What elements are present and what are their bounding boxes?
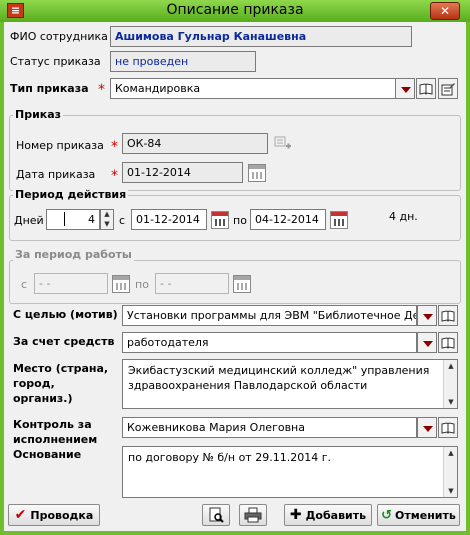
status-label: Статус приказа (10, 55, 101, 68)
period-to-field[interactable]: 04-12-2014 (250, 209, 326, 230)
order-date-field[interactable]: 01-12-2014 (122, 162, 243, 183)
order-group-title: Приказ (13, 108, 64, 121)
spin-down-icon[interactable]: ▼ (100, 219, 114, 229)
required-marker: * (111, 139, 118, 155)
scroll-up-icon[interactable]: ▲ (444, 360, 458, 372)
days-label: Дней (14, 214, 44, 227)
period-total: 4 дн. (389, 210, 418, 223)
purpose-book-button[interactable] (438, 305, 458, 326)
scroll-down-icon[interactable]: ▼ (444, 396, 458, 408)
order-number-field[interactable]: ОК-84 (122, 133, 268, 154)
purpose-label: С целью (мотив) (13, 308, 118, 321)
control-label: Контроль за исполнением (13, 418, 98, 446)
preview-button[interactable] (202, 504, 230, 526)
required-marker: * (98, 82, 105, 98)
basis-textarea[interactable]: по договору № б/н от 29.11.2014 г. (122, 446, 458, 498)
purpose-field[interactable]: Установки программы для ЭВМ "Библиотечно… (122, 305, 417, 326)
place-scrollbar[interactable]: ▲ ▼ (443, 360, 457, 408)
scroll-up-icon[interactable]: ▲ (444, 447, 458, 459)
order-type-field[interactable]: Командировка (110, 78, 396, 99)
edit-form-icon (441, 82, 455, 95)
employee-label: ФИО сотрудника (10, 30, 108, 43)
work-from-field: - - (34, 273, 108, 294)
order-type-book-button[interactable] (416, 78, 436, 99)
book-icon (441, 336, 455, 349)
days-field[interactable]: 4 (46, 209, 100, 230)
place-textarea[interactable]: Экибастузский медицинский колледж" управ… (122, 359, 458, 409)
funding-label: За счет средств (13, 335, 115, 348)
text-cursor (64, 212, 65, 226)
required-marker: * (111, 168, 118, 184)
work-to-field: - - (155, 273, 229, 294)
employee-field[interactable]: Ашимова Гульнар Канашевна (110, 26, 412, 47)
funding-field[interactable]: работодателя (122, 332, 417, 353)
order-type-label: Тип приказа (10, 82, 89, 95)
order-number-label: Номер приказа (16, 139, 104, 152)
undo-icon: ↺ (381, 507, 393, 523)
funding-book-button[interactable] (438, 332, 458, 353)
order-type-dropdown-button[interactable] (395, 78, 415, 99)
order-type-edit-button[interactable] (438, 78, 458, 99)
add-button-label: Добавить (305, 508, 367, 522)
close-button[interactable]: ✕ (430, 2, 460, 20)
calendar-icon (112, 275, 130, 293)
work-period-title: За период работы (13, 248, 134, 261)
basis-scrollbar[interactable]: ▲ ▼ (443, 447, 457, 497)
work-from-label: с (21, 278, 28, 291)
printer-icon (244, 507, 262, 523)
period-from-field[interactable]: 01-12-2014 (131, 209, 207, 230)
post-button[interactable]: ✔ Проводка (8, 504, 100, 526)
purpose-dropdown-button[interactable] (417, 305, 437, 326)
period-from-label: с (119, 214, 126, 227)
order-date-label: Дата приказа (16, 168, 96, 181)
cancel-button[interactable]: ↺ Отменить (377, 504, 460, 526)
window-title: Описание приказа (166, 2, 304, 18)
days-spinner[interactable]: ▲ ▼ (100, 209, 114, 230)
spin-up-icon[interactable]: ▲ (100, 209, 114, 219)
book-icon (441, 309, 455, 322)
period-group-title: Период действия (13, 188, 129, 201)
print-preview-icon (209, 507, 224, 523)
control-dropdown-button[interactable] (417, 417, 437, 438)
calendar-icon[interactable] (330, 211, 348, 229)
scroll-down-icon[interactable]: ▼ (444, 485, 458, 497)
print-button[interactable] (239, 504, 267, 526)
dialog-body: ФИО сотрудника Ашимова Гульнар Канашевна… (4, 22, 466, 531)
work-to-label: по (135, 278, 149, 291)
place-label: Место (страна, город, организ.) (13, 362, 109, 405)
plus-icon: ✚ (289, 507, 302, 523)
book-icon (419, 82, 433, 95)
basis-label: Основание (13, 448, 82, 461)
post-button-label: Проводка (30, 508, 94, 522)
funding-dropdown-button[interactable] (417, 332, 437, 353)
calendar-icon[interactable] (248, 164, 266, 182)
period-to-label: по (233, 214, 247, 227)
control-book-button[interactable] (438, 417, 458, 438)
calendar-icon[interactable] (211, 211, 229, 229)
cancel-button-label: Отменить (395, 508, 456, 522)
add-number-icon[interactable] (274, 136, 292, 152)
control-field[interactable]: Кожевникова Мария Олеговна (122, 417, 417, 438)
add-button[interactable]: ✚ Добавить (284, 504, 372, 526)
check-icon: ✔ (14, 507, 27, 523)
status-field: не проведен (110, 51, 256, 72)
book-icon (441, 421, 455, 434)
calendar-icon (233, 275, 251, 293)
